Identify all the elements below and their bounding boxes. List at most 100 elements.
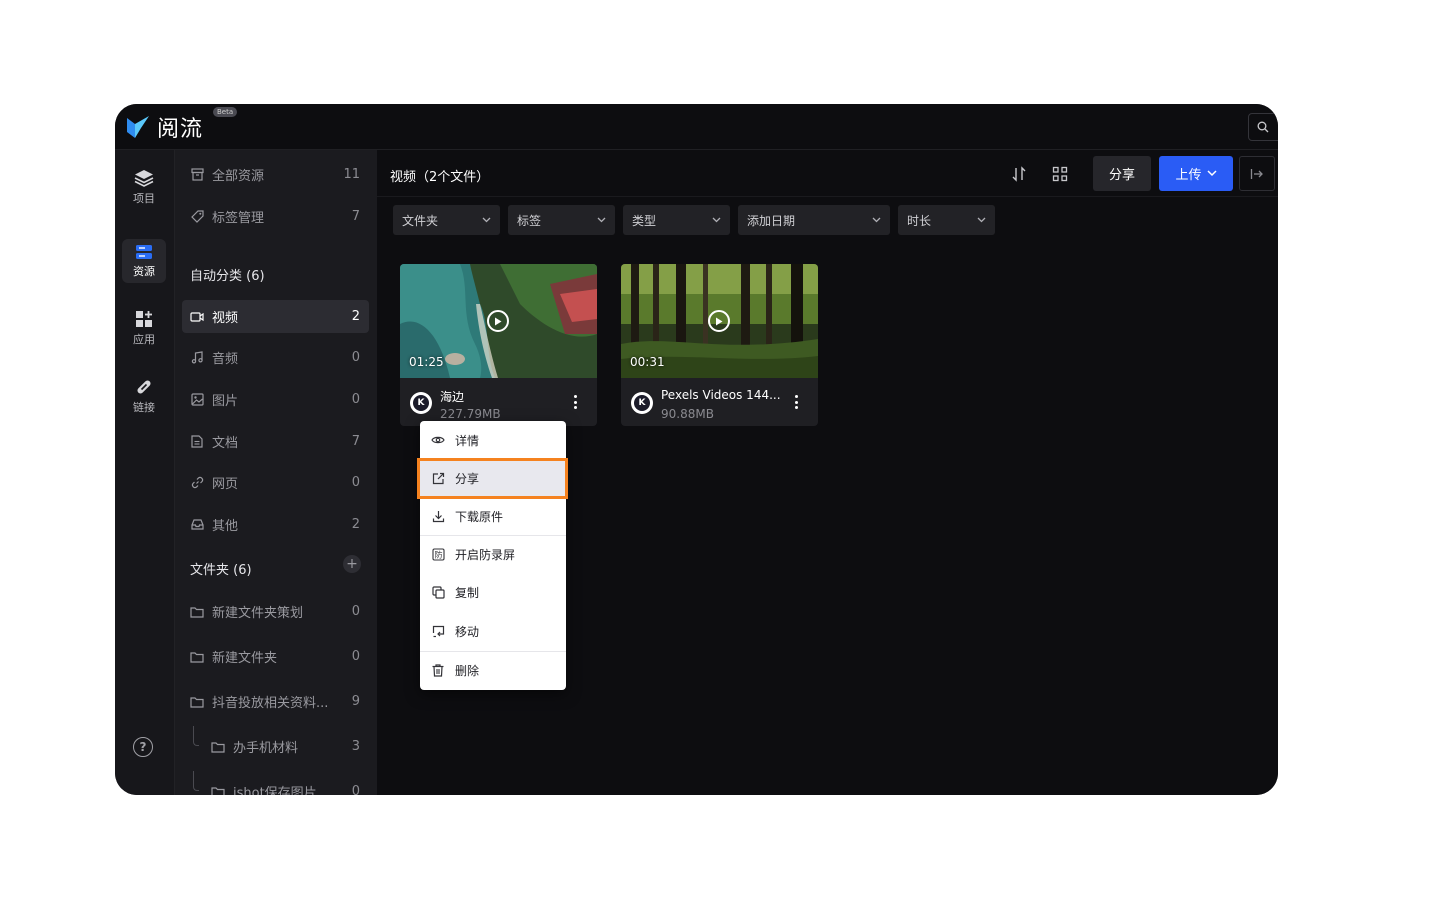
video-thumbnail[interactable]: 01:25 [400,264,597,378]
trash-icon [431,663,445,677]
video-thumbnail[interactable]: 00:31 [621,264,818,378]
top-bar: 阅流 Beta [115,104,1278,150]
sidebar-item-tag-management[interactable]: 标签管理 7 [182,200,369,233]
filter-tag[interactable]: 标签 [508,205,615,235]
menu-item-copy[interactable]: 复制 [420,574,566,610]
logo-icon [127,116,149,138]
share-icon [431,471,445,485]
app-logo[interactable]: 阅流 [125,109,203,145]
source-logo-icon: K [631,392,653,414]
play-icon[interactable] [708,310,730,332]
chevron-down-icon [872,217,881,223]
nav-label: 链接 [133,400,155,414]
folder-icon [190,695,204,709]
sidebar-item-audio[interactable]: 音频 0 [182,341,369,374]
menu-item-label: 分享 [455,471,480,486]
folder-count: 0 [351,784,360,795]
video-icon [190,310,204,324]
sidebar-item-count: 0 [351,475,360,490]
video-card[interactable]: 01:25 K 海边 227.79MB [400,264,597,426]
sidebar-item-document[interactable]: 文档 7 [182,425,369,458]
video-size: 90.88MB [661,407,714,421]
nav-label: 资源 [133,264,155,278]
folder-item[interactable]: 新建文件夹策划 0 [182,595,369,628]
context-menu: 详情 分享 下载原件 防 开启防录屏 复制 移动 删除 [420,421,566,690]
sidebar-item-label: 视频 [212,311,239,326]
grid-icon [1052,166,1068,182]
folder-label: 新建文件夹策划 [212,606,304,621]
image-icon [190,393,204,407]
sidebar-item-other[interactable]: 其他 2 [182,508,369,541]
sidebar-item-webpage[interactable]: 网页 0 [182,466,369,499]
sidebar: 全部资源 11 标签管理 7 自动分类 (6) 视频 2 音频 0 图片 0 文… [174,150,377,795]
menu-item-move[interactable]: 移动 [420,613,566,649]
app-title: 阅流 [157,117,204,142]
folder-icon [190,650,204,664]
menu-item-label: 移动 [455,624,480,639]
sort-button[interactable] [1008,164,1030,184]
tree-connector [193,726,199,746]
nav-item-apps[interactable]: 应用 [122,306,166,350]
folder-item[interactable]: 办手机材料 3 [203,730,369,763]
sidebar-item-all-resources[interactable]: 全部资源 11 [182,158,369,191]
sidebar-item-image[interactable]: 图片 0 [182,383,369,416]
filter-label: 类型 [632,213,657,228]
more-options-icon[interactable] [791,394,801,410]
sidebar-item-count: 7 [351,209,360,224]
folder-label: 办手机材料 [233,741,299,756]
chevron-down-icon [977,217,986,223]
upload-label: 上传 [1175,168,1202,183]
menu-item-delete[interactable]: 删除 [420,652,566,688]
sidebar-item-label: 网页 [212,477,239,492]
menu-item-label: 复制 [455,585,480,600]
folder-count: 0 [351,649,360,664]
left-nav: 项目 资源 应用 链接 ? [115,150,174,795]
folder-item[interactable]: 抖音投放相关资料... 9 [182,685,369,718]
layers-icon [134,169,154,187]
menu-item-details[interactable]: 详情 [420,422,566,458]
video-card[interactable]: 00:31 K Pexels Videos 144... 90.88MB [621,264,818,426]
sidebar-item-count: 7 [351,434,360,449]
filter-date-added[interactable]: 添加日期 [738,205,890,235]
page-title: 视频（2个文件） [390,170,490,185]
help-icon[interactable]: ? [133,737,153,757]
play-icon[interactable] [487,310,509,332]
header-divider [377,196,1278,197]
nav-item-links[interactable]: 链接 [122,374,166,418]
sidebar-item-count: 2 [351,309,360,324]
collapse-panel-button[interactable] [1239,156,1275,191]
video-size: 227.79MB [440,407,501,421]
folder-label: ishot保存图片 [233,786,317,795]
menu-item-label: 下载原件 [455,509,504,524]
sidebar-item-video[interactable]: 视频 2 [182,300,369,333]
filter-label: 添加日期 [747,213,796,228]
menu-item-share[interactable]: 分享 [420,460,566,496]
archive-icon [190,168,204,182]
filter-duration[interactable]: 时长 [898,205,995,235]
chevron-down-icon [482,217,491,223]
folder-item[interactable]: 新建文件夹 0 [182,640,369,673]
menu-item-anti-record[interactable]: 防 开启防录屏 [420,536,566,572]
share-button[interactable]: 分享 [1093,156,1151,191]
copy-icon [431,585,445,599]
svg-text:防: 防 [434,549,442,559]
upload-button[interactable]: 上传 [1159,156,1233,191]
grid-view-button[interactable] [1049,164,1071,184]
sidebar-item-label: 其他 [212,519,239,534]
search-button[interactable] [1248,113,1278,141]
auto-category-header: 自动分类 (6) [190,269,265,284]
nav-item-resources[interactable]: 资源 [122,239,166,283]
inbox-icon [190,518,204,532]
menu-item-download-original[interactable]: 下载原件 [420,498,566,534]
more-options-icon[interactable] [570,394,580,410]
filter-type[interactable]: 类型 [623,205,730,235]
filter-folder[interactable]: 文件夹 [393,205,500,235]
folder-item[interactable]: ishot保存图片 0 [203,775,369,795]
search-icon [1257,121,1269,133]
sidebar-item-count: 2 [351,517,360,532]
sidebar-item-label: 音频 [212,352,239,367]
beta-badge: Beta [213,107,238,117]
folder-count: 0 [351,604,360,619]
nav-item-projects[interactable]: 项目 [122,165,166,209]
add-folder-button[interactable]: + [343,555,361,573]
